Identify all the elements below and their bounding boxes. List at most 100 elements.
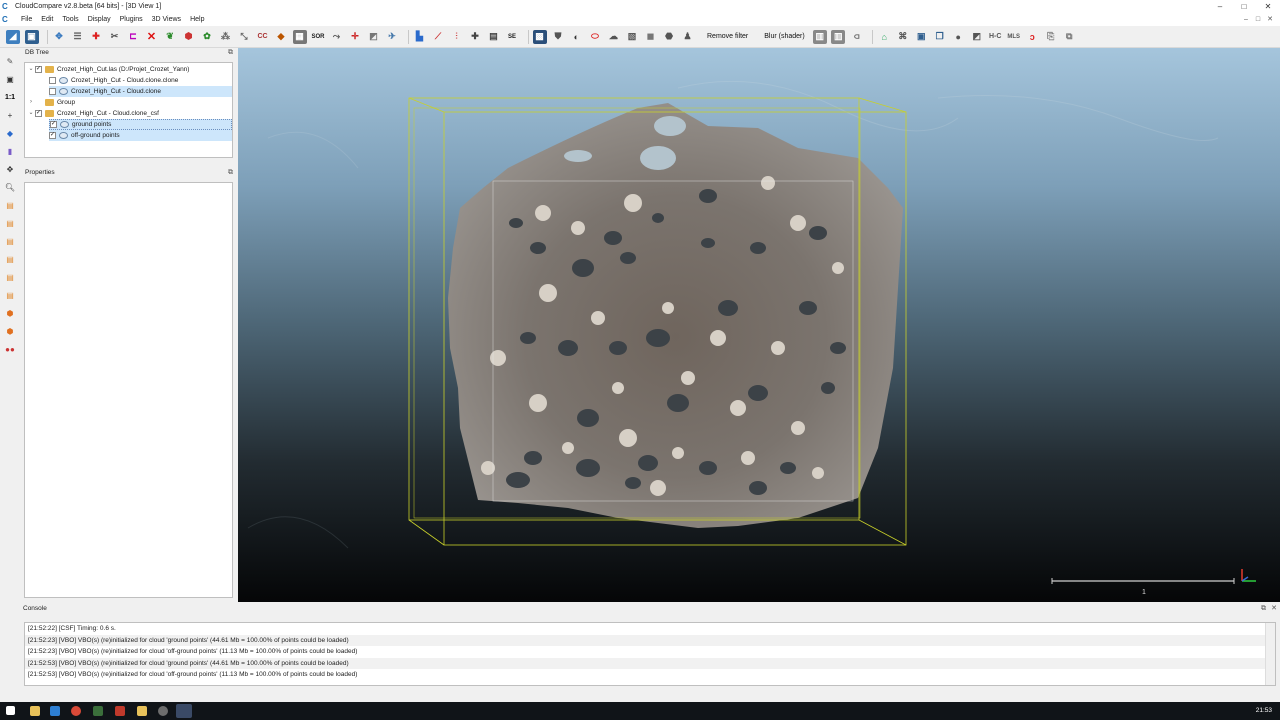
mail-icon[interactable] bbox=[50, 706, 60, 716]
mls-icon[interactable]: MLS bbox=[1007, 30, 1021, 44]
edl-icon[interactable]: ▥ bbox=[812, 29, 827, 44]
console-scrollbar[interactable] bbox=[1265, 623, 1275, 685]
ransac-icon[interactable]: ▣ bbox=[914, 30, 928, 44]
tree-item[interactable]: › Group bbox=[27, 97, 75, 108]
mdi-close-button[interactable]: ✕ bbox=[1264, 13, 1276, 26]
shield-icon[interactable]: ⛊ bbox=[551, 30, 565, 44]
point-picking-icon[interactable]: ✚ bbox=[89, 30, 103, 44]
folder-icon[interactable] bbox=[137, 706, 147, 716]
perspective-icon[interactable]: ◆ bbox=[4, 128, 16, 140]
sphere-icon[interactable]: ◐ bbox=[570, 30, 584, 44]
ball-icon[interactable]: ● bbox=[951, 30, 965, 44]
subsample-icon[interactable]: ⁂ bbox=[219, 30, 233, 44]
ellipse-icon[interactable]: ⬭ bbox=[588, 30, 602, 44]
gradient-icon[interactable]: ⟋ bbox=[431, 30, 445, 44]
camera-icon[interactable]: ▣ bbox=[4, 74, 16, 86]
mesh-icon[interactable]: ◩ bbox=[367, 30, 381, 44]
visibility-checkbox[interactable]: ✓ bbox=[50, 121, 57, 128]
list-icon[interactable]: ☰ bbox=[71, 30, 85, 44]
delete-icon[interactable]: ✕ bbox=[145, 30, 159, 44]
menu-tools[interactable]: Tools bbox=[62, 16, 78, 23]
close-panel-icon[interactable]: ✕ bbox=[1271, 604, 1277, 614]
one-to-one-icon[interactable]: 1:1 bbox=[4, 92, 16, 104]
align-icon[interactable]: ⬢ bbox=[182, 30, 196, 44]
float-panel-icon[interactable]: ⧉ bbox=[1261, 604, 1266, 614]
noise-icon[interactable]: ▦ bbox=[292, 29, 307, 44]
kinect-icon[interactable]: ⌂ bbox=[877, 30, 891, 44]
pan-icon[interactable]: ✥ bbox=[4, 164, 16, 176]
cloud-icon[interactable]: ☁ bbox=[607, 30, 621, 44]
se-icon[interactable]: SE bbox=[505, 30, 519, 44]
blur-shader-button[interactable]: Blur (shader) bbox=[764, 33, 804, 40]
save-icon[interactable]: ▣ bbox=[24, 29, 39, 44]
segment-icon[interactable]: ✂ bbox=[108, 30, 122, 44]
tree-item[interactable]: ✓ off-ground points bbox=[49, 130, 232, 141]
copy-points-icon[interactable]: ⧉ bbox=[1062, 30, 1076, 44]
tree-item[interactable]: ⌄ ✓ Crozet_High_Cut - Cloud.clone_csf bbox=[27, 108, 159, 119]
distance-icon[interactable]: ⤡ bbox=[237, 30, 251, 44]
tree-item[interactable]: Crozet_High_Cut - Cloud.clone bbox=[49, 86, 232, 97]
visibility-checkbox[interactable] bbox=[49, 77, 56, 84]
photo-icon[interactable]: ◩ bbox=[970, 30, 984, 44]
mdi-restore-button[interactable]: □ bbox=[1252, 13, 1264, 26]
curve-icon[interactable]: ↄ bbox=[1025, 30, 1039, 44]
histogram-icon[interactable]: ▙ bbox=[413, 30, 427, 44]
visibility-checkbox[interactable]: ✓ bbox=[49, 132, 56, 139]
cc-icon[interactable]: CC bbox=[256, 30, 270, 44]
hpr-icon[interactable]: ⬣ bbox=[662, 30, 676, 44]
app-icon[interactable] bbox=[93, 706, 103, 716]
view-back-icon[interactable]: ▤ bbox=[4, 254, 16, 266]
close-button[interactable]: ✕ bbox=[1256, 0, 1280, 13]
menu-file[interactable]: File bbox=[21, 16, 32, 23]
console-log[interactable]: [21:52:22] [CSF] Timing: 0.6 s. [21:52:2… bbox=[24, 622, 1276, 686]
hc-icon[interactable]: H-C bbox=[988, 30, 1002, 44]
menu-help[interactable]: Help bbox=[190, 16, 204, 23]
snapshot-icon[interactable]: ⎘ bbox=[1044, 30, 1058, 44]
merge-icon[interactable]: ⊏ bbox=[126, 30, 140, 44]
measure-icon[interactable]: ✎ bbox=[4, 56, 16, 68]
properties-table[interactable] bbox=[24, 182, 233, 598]
chrome-icon[interactable] bbox=[71, 706, 81, 716]
register-icon[interactable]: ❦ bbox=[163, 30, 177, 44]
remove-filter-button[interactable]: Remove filter bbox=[707, 33, 748, 40]
tree-item[interactable]: ✓ ground points bbox=[49, 119, 232, 130]
cloudcompare-taskbar-icon[interactable] bbox=[176, 704, 192, 718]
collapse-arrow-icon[interactable]: ⌄ bbox=[27, 64, 35, 75]
view-top-icon[interactable]: ▤ bbox=[4, 200, 16, 212]
copy-icon[interactable]: ❐ bbox=[933, 30, 947, 44]
float-panel-icon[interactable]: ⧉ bbox=[228, 168, 233, 178]
point-cloud-render[interactable]: 1 bbox=[238, 48, 1280, 602]
ortho-icon[interactable]: ▮ bbox=[4, 146, 16, 158]
minimize-button[interactable]: – bbox=[1208, 0, 1232, 13]
menu-display[interactable]: Display bbox=[88, 16, 111, 23]
maximize-button[interactable]: □ bbox=[1232, 0, 1256, 13]
start-icon[interactable] bbox=[6, 706, 15, 715]
visibility-checkbox[interactable] bbox=[49, 88, 56, 95]
m3c2-icon[interactable]: ⫏ bbox=[850, 30, 864, 44]
scalar-filter-icon[interactable]: ⫶ bbox=[450, 30, 464, 44]
add-sf-icon[interactable]: ✚ bbox=[468, 30, 482, 44]
translate-rotate-icon[interactable]: ✥ bbox=[52, 30, 66, 44]
view-left-icon[interactable]: ▤ bbox=[4, 236, 16, 248]
app-icon[interactable] bbox=[115, 706, 125, 716]
menu-plugins[interactable]: Plugins bbox=[120, 16, 143, 23]
visibility-checkbox[interactable]: ✓ bbox=[35, 66, 42, 73]
file-explorer-icon[interactable] bbox=[30, 706, 40, 716]
qanimation-icon[interactable]: ▩ bbox=[532, 29, 547, 44]
view-right-icon[interactable]: ▤ bbox=[4, 272, 16, 284]
open-icon[interactable]: ◢ bbox=[6, 29, 20, 44]
view-front-icon[interactable]: ▤ bbox=[4, 218, 16, 230]
sf-arith-icon[interactable]: ▤ bbox=[487, 30, 501, 44]
normals-icon[interactable]: ⤳ bbox=[330, 30, 344, 44]
iso-view-2-icon[interactable]: ⬢ bbox=[4, 326, 16, 338]
sample-icon[interactable]: ✿ bbox=[200, 30, 214, 44]
tree-item[interactable]: Crozet_High_Cut - Cloud.clone.clone bbox=[49, 75, 178, 86]
visibility-checkbox[interactable]: ✓ bbox=[35, 110, 42, 117]
orient-icon[interactable]: ✛ bbox=[348, 30, 362, 44]
app-menu-icon[interactable]: C bbox=[2, 15, 12, 24]
point-pick-center-icon[interactable]: + bbox=[4, 110, 16, 122]
raster-icon[interactable]: ▧ bbox=[625, 30, 639, 44]
sor-filter-icon[interactable]: SOR bbox=[311, 30, 325, 44]
collapse-arrow-icon[interactable]: ⌄ bbox=[27, 108, 35, 119]
facets-icon[interactable]: ◼ bbox=[644, 30, 658, 44]
